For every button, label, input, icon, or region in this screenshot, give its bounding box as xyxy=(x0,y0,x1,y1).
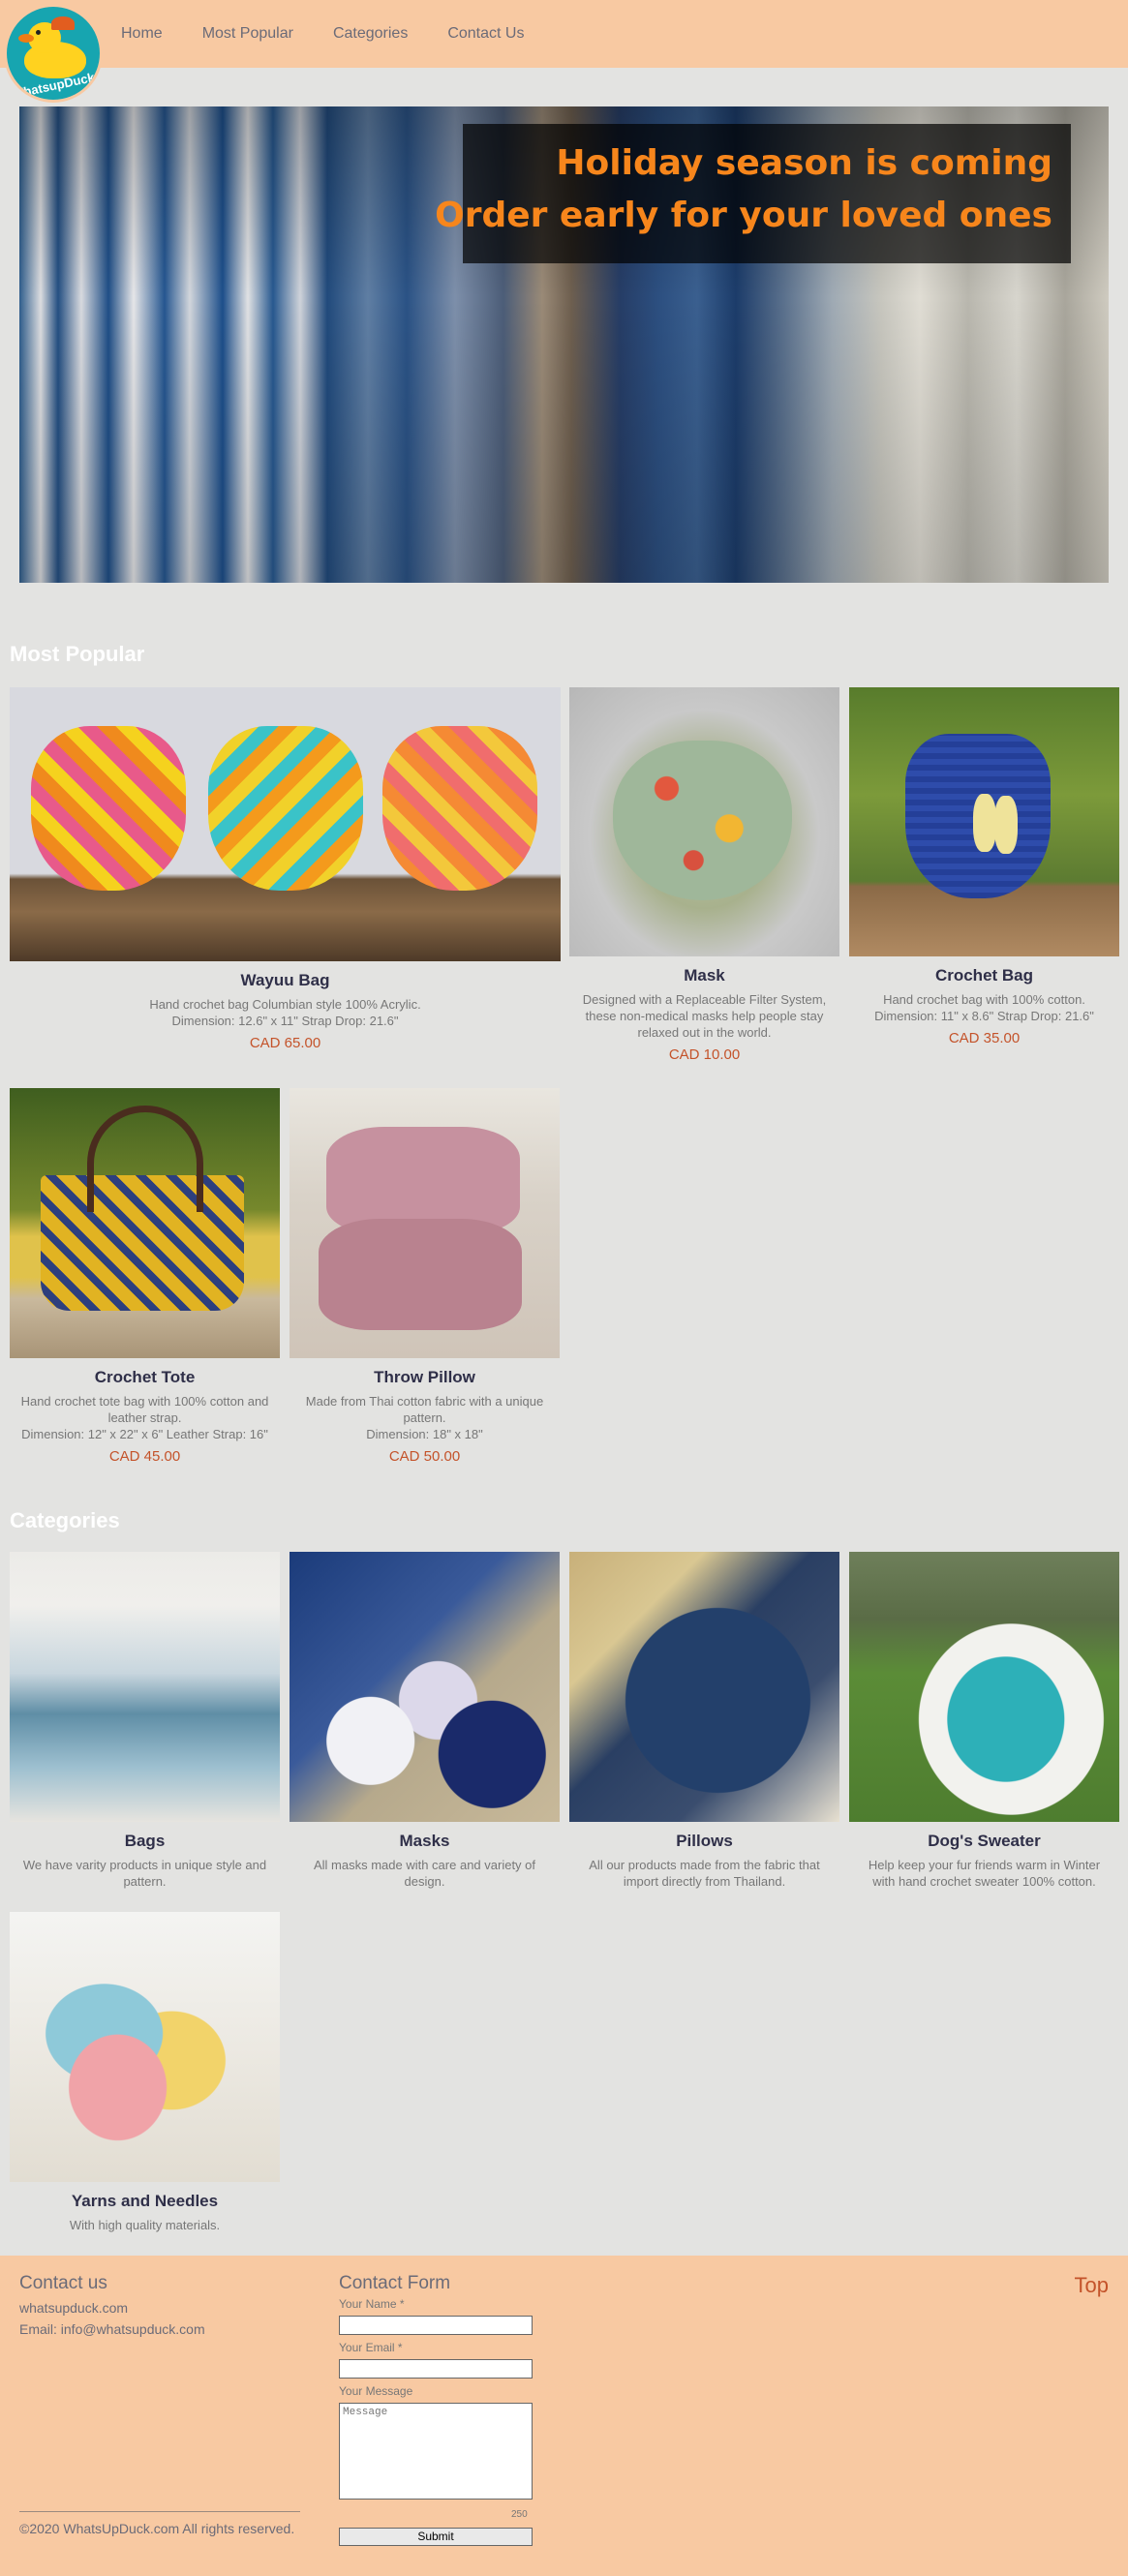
bag-shape xyxy=(31,726,186,891)
duck-eye xyxy=(36,30,41,35)
product-card-mask[interactable]: Mask Designed with a Replaceable Filter … xyxy=(569,687,839,1063)
contact-us-title: Contact us xyxy=(19,2273,107,2293)
category-name[interactable]: Pillows xyxy=(569,1832,839,1851)
product-name[interactable]: Crochet Bag xyxy=(849,966,1119,985)
contact-email[interactable]: Email: info@whatsupduck.com xyxy=(19,2321,205,2337)
category-name[interactable]: Bags xyxy=(10,1832,280,1851)
category-name[interactable]: Yarns and Needles xyxy=(10,2192,280,2211)
duck-hat xyxy=(51,16,75,30)
most-popular-title: Most Popular xyxy=(10,642,145,666)
email-label: Your Email * xyxy=(339,2341,403,2354)
tassel-shape xyxy=(973,794,996,852)
hero-banner: Holiday season is coming Order early for… xyxy=(19,106,1109,583)
site-footer: Contact us whatsupduck.com Email: info@w… xyxy=(0,2256,1128,2576)
product-card-crochet-tote[interactable]: Crochet Tote Hand crochet tote bag with … xyxy=(10,1088,280,1465)
category-name[interactable]: Dog's Sweater xyxy=(849,1832,1119,1851)
bag-shape xyxy=(382,726,537,891)
category-description: All our products made from the fabric th… xyxy=(589,1858,820,1889)
crochet-bag-image[interactable] xyxy=(849,687,1119,956)
site-header: WhatsupDuck Home Most Popular Categories… xyxy=(0,0,1128,103)
product-description: Hand crochet tote bag with 100% cotton a… xyxy=(20,1394,269,1441)
product-price: CAD 50.00 xyxy=(388,1448,461,1465)
bags-image[interactable] xyxy=(10,1552,280,1822)
pillow-shape xyxy=(326,1127,520,1233)
message-label: Your Message xyxy=(339,2384,413,2398)
email-field[interactable] xyxy=(339,2359,533,2379)
nav-home[interactable]: Home xyxy=(121,25,163,43)
product-description: Made from Thai cotton fabric with a uniq… xyxy=(305,1394,544,1441)
product-price: CAD 10.00 xyxy=(668,1046,741,1063)
masks-image[interactable] xyxy=(290,1552,560,1822)
nav-contact-us[interactable]: Contact Us xyxy=(447,25,524,43)
copyright-text: ©2020 WhatsUpDuck.com All rights reserve… xyxy=(19,2521,295,2536)
categories-title: Categories xyxy=(10,1508,120,1532)
whatsupduck-logo[interactable]: WhatsupDuck xyxy=(4,4,103,103)
contact-form-title: Contact Form xyxy=(339,2273,451,2293)
mask-shape xyxy=(613,741,792,900)
category-card-dogs-sweater[interactable]: Dog's Sweater Help keep your fur friends… xyxy=(849,1552,1119,1890)
message-field[interactable] xyxy=(339,2403,533,2500)
character-counter: 250 xyxy=(511,2509,528,2520)
category-card-yarns-and-needles[interactable]: Yarns and Needles With high quality mate… xyxy=(10,1912,280,2233)
category-card-bags[interactable]: Bags We have varity products in unique s… xyxy=(10,1552,280,1890)
name-label: Your Name * xyxy=(339,2297,405,2311)
category-description: Help keep your fur friends warm in Winte… xyxy=(868,1858,1101,1889)
product-card-crochet-bag[interactable]: Crochet Bag Hand crochet bag with 100% c… xyxy=(849,687,1119,1046)
category-card-masks[interactable]: Masks All masks made with care and varie… xyxy=(290,1552,560,1890)
category-name[interactable]: Masks xyxy=(290,1832,560,1851)
nav-most-popular[interactable]: Most Popular xyxy=(202,25,293,43)
product-price: CAD 45.00 xyxy=(108,1448,181,1465)
product-card-wayuu-bag[interactable]: Wayuu Bag Hand crochet bag Columbian sty… xyxy=(10,687,561,1051)
hero-line-1: Holiday season is coming xyxy=(556,143,1052,183)
product-description: Hand crochet bag with 100% cotton. Dimen… xyxy=(874,992,1094,1023)
crochet-tote-image[interactable] xyxy=(10,1088,280,1358)
submit-button[interactable]: Submit xyxy=(339,2528,533,2546)
category-description: All masks made with care and variety of … xyxy=(313,1858,536,1889)
yarns-and-needles-image[interactable] xyxy=(10,1912,280,2182)
main-nav: Home Most Popular Categories Contact Us xyxy=(121,25,564,43)
product-description: Designed with a Replaceable Filter Syste… xyxy=(582,992,827,1040)
category-card-pillows[interactable]: Pillows All our products made from the f… xyxy=(569,1552,839,1890)
product-price: CAD 65.00 xyxy=(249,1035,321,1051)
name-field[interactable] xyxy=(339,2316,533,2335)
pillow-shape xyxy=(319,1219,522,1330)
product-name[interactable]: Wayuu Bag xyxy=(10,971,561,990)
product-name[interactable]: Crochet Tote xyxy=(10,1368,280,1387)
product-name[interactable]: Mask xyxy=(569,966,839,985)
mask-image[interactable] xyxy=(569,687,839,956)
dogs-sweater-image[interactable] xyxy=(849,1552,1119,1822)
wayuu-bag-image[interactable] xyxy=(10,687,561,961)
bag-shape xyxy=(208,726,363,891)
product-name[interactable]: Throw Pillow xyxy=(290,1368,560,1387)
category-description: We have varity products in unique style … xyxy=(22,1858,267,1889)
throw-pillow-image[interactable] xyxy=(290,1088,560,1358)
back-to-top-link[interactable]: Top xyxy=(1075,2273,1109,2298)
pillows-image[interactable] xyxy=(569,1552,839,1822)
tote-strap xyxy=(87,1106,203,1212)
category-description: With high quality materials. xyxy=(69,2218,221,2232)
hero-line-2: Order early for your loved ones xyxy=(435,196,1052,235)
product-price: CAD 35.00 xyxy=(948,1030,1021,1046)
nav-categories[interactable]: Categories xyxy=(333,25,408,43)
duck-beak xyxy=(18,34,34,43)
product-card-throw-pillow[interactable]: Throw Pillow Made from Thai cotton fabri… xyxy=(290,1088,560,1465)
site-domain[interactable]: whatsupduck.com xyxy=(19,2300,128,2316)
tassel-shape xyxy=(994,796,1018,854)
product-description: Hand crochet bag Columbian style 100% Ac… xyxy=(149,997,421,1028)
footer-divider xyxy=(19,2511,300,2512)
